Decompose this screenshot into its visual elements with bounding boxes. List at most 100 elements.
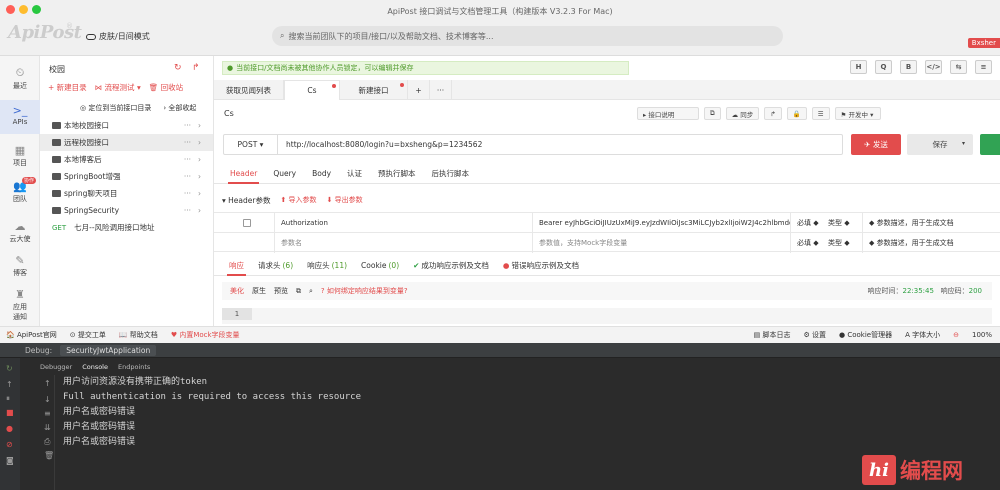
mute-breakpoints-icon[interactable]: ⊘ xyxy=(6,440,13,449)
share-icon[interactable]: ↱ xyxy=(764,107,782,120)
camera-icon[interactable]: ◙ xyxy=(6,456,14,465)
chevron-right-icon[interactable]: › xyxy=(198,172,201,181)
theme-toggle[interactable]: 皮肤/日间模式 xyxy=(86,31,150,42)
chevron-right-icon[interactable]: › xyxy=(198,155,201,164)
lock-icon[interactable]: 🔒 xyxy=(786,107,807,120)
tab-query[interactable]: Query xyxy=(265,164,304,183)
sync-button[interactable]: ☁ 同步 xyxy=(725,107,760,120)
print-icon[interactable]: ⎙ xyxy=(44,437,50,447)
copy-icon[interactable]: ⧉ xyxy=(704,107,721,120)
tab-pre-script[interactable]: 预执行脚本 xyxy=(370,164,424,183)
rail-item-apis[interactable]: >_ APIs xyxy=(0,100,40,134)
tab-console[interactable]: Console xyxy=(82,363,108,371)
param-desc-input[interactable]: ◆ 参数描述，用于生成文档 xyxy=(862,213,1000,233)
rail-item-project[interactable]: ▦ 项目 xyxy=(0,144,40,168)
view-raw[interactable]: 原生 xyxy=(252,286,266,296)
cookie-manager-button[interactable]: ● Cookie管理器 xyxy=(839,330,892,340)
code-button[interactable]: </> xyxy=(925,60,942,74)
debug-session-tab[interactable]: SecurityJwtApplication xyxy=(60,344,157,356)
bold-button[interactable]: B xyxy=(900,60,917,74)
new-folder-button[interactable]: + 新建目录 xyxy=(48,82,87,93)
console-output[interactable]: 用户访问资源没有携带正确的token Full authentication i… xyxy=(63,375,361,450)
help-docs-link[interactable]: 📖 帮助文档 xyxy=(119,330,158,340)
stop-icon[interactable]: ■ xyxy=(6,408,14,417)
more-icon[interactable]: ··· xyxy=(184,121,191,130)
more-icon[interactable]: ··· xyxy=(184,206,191,215)
chevron-down-icon[interactable]: ▾ xyxy=(962,140,965,147)
api-doc-button[interactable]: ▸ 接口说明 xyxy=(637,107,699,120)
quote-button[interactable]: Q xyxy=(875,60,892,74)
search-icon[interactable]: ⌕ xyxy=(309,287,313,296)
pause-icon[interactable]: ⏸ xyxy=(6,394,10,404)
locate-current-button[interactable]: ◎ 定位到当前接口目录 xyxy=(80,103,151,113)
menu-icon[interactable]: ☰ xyxy=(811,107,830,120)
tab-request-headers[interactable]: 请求头 (6) xyxy=(251,256,300,275)
diff-button[interactable]: ⇆ xyxy=(950,60,967,74)
tree-folder-row[interactable]: SpringBoot增强 ··· › xyxy=(40,168,213,185)
zoom-out-icon[interactable]: ⊖ xyxy=(953,330,959,340)
tree-folder-row[interactable]: 远程校园接口 ··· › xyxy=(40,134,213,151)
tab-success-example[interactable]: ✔ 成功响应示例及文档 xyxy=(406,256,496,275)
chevron-right-icon[interactable]: › xyxy=(198,189,201,198)
required-select[interactable]: 必填 ◆ xyxy=(790,213,822,233)
tab-body[interactable]: Body xyxy=(304,164,339,183)
view-pretty[interactable]: 美化 xyxy=(230,286,244,296)
tab-cs[interactable]: Cs xyxy=(284,80,340,100)
header-params-toggle[interactable]: ▾ Header参数 xyxy=(222,195,270,206)
tree-folder-row[interactable]: 本地校园接口 ··· › xyxy=(40,117,213,134)
global-search-input[interactable]: ⌕ 搜索当前团队下的项目/接口/以及帮助文档、技术博客等... xyxy=(272,26,783,46)
font-size-button[interactable]: A 字体大小 xyxy=(905,330,940,340)
flow-test-button[interactable]: ⋈ 流程测试 ▾ xyxy=(95,82,141,93)
status-dropdown[interactable]: ⚑ 开发中 ▾ xyxy=(834,107,881,120)
export-params-button[interactable]: ⬇ 导出参数 xyxy=(327,195,363,205)
rerun-icon[interactable]: ↻ xyxy=(6,364,13,373)
rail-item-recent[interactable]: ⏲ 最近 xyxy=(0,66,40,91)
tab-auth[interactable]: 认证 xyxy=(339,164,370,183)
breakpoint-icon[interactable]: ● xyxy=(6,424,13,433)
rail-item-blog[interactable]: ✎ 博客 xyxy=(0,254,40,278)
tree-api-row[interactable]: GET 七月--风险调用接口地址 xyxy=(40,219,213,236)
settings-button[interactable]: ⚙ 设置 xyxy=(803,330,826,340)
type-select[interactable]: 类型 ◆ xyxy=(822,233,862,253)
user-badge[interactable]: Bxsher xyxy=(967,38,1000,48)
mock-vars-link[interactable]: ♥ 内置Mock字段变量 xyxy=(171,330,240,340)
trash-icon[interactable]: 🗑 xyxy=(44,451,54,460)
tab-error-example[interactable]: ● 错误响应示例及文档 xyxy=(496,256,586,275)
request-name[interactable]: Cs xyxy=(224,109,234,118)
rail-item-cloud[interactable]: ☁ 云大使 xyxy=(0,220,40,244)
tab-cookie[interactable]: Cookie (0) xyxy=(354,256,406,275)
refresh-icon[interactable]: ↻ xyxy=(174,63,182,73)
chevron-right-icon[interactable]: › xyxy=(198,138,201,147)
row-checkbox[interactable] xyxy=(243,219,251,227)
url-input[interactable]: http://localhost:8080/login?u=bxsheng&p=… xyxy=(278,140,482,149)
param-value-input[interactable]: Bearer eyJhbGciOiJIUzUxMiJ9.eyJzdWIiOiJs… xyxy=(532,213,790,233)
chevron-right-icon[interactable]: › xyxy=(198,206,201,215)
param-name-input[interactable]: 参数名 xyxy=(274,233,532,253)
website-link[interactable]: 🏠 ApiPost官网 xyxy=(6,330,57,340)
soft-wrap-icon[interactable]: ≡ xyxy=(44,409,51,418)
send-button[interactable]: ✈ 发送 xyxy=(851,134,901,155)
required-select[interactable]: 必填 ◆ xyxy=(790,233,822,253)
more-icon[interactable]: ··· xyxy=(184,138,191,147)
chevron-right-icon[interactable]: › xyxy=(198,121,201,130)
param-desc-input[interactable]: ◆ 参数描述，用于生成文档 xyxy=(862,233,1000,253)
param-value-input[interactable]: 参数值，支持Mock字段变量 xyxy=(532,233,790,253)
script-log-button[interactable]: ▤ 脚本日志 xyxy=(754,330,791,340)
scroll-down-icon[interactable]: ↓ xyxy=(44,395,51,404)
param-name-input[interactable]: Authorization xyxy=(274,213,532,233)
method-select[interactable]: POST ▾ xyxy=(224,135,278,154)
type-select[interactable]: 类型 ◆ xyxy=(822,213,862,233)
tree-folder-row[interactable]: spring聊天项目 ··· › xyxy=(40,185,213,202)
bind-variable-link[interactable]: ? 如何绑定响应结果到变量? xyxy=(321,286,408,296)
copy-icon[interactable]: ⧉ xyxy=(296,287,301,296)
list-button[interactable]: ≡ xyxy=(975,60,992,74)
more-icon[interactable]: ··· xyxy=(184,172,191,181)
more-icon[interactable]: ··· xyxy=(184,155,191,164)
tab-response-headers[interactable]: 响应头 (11) xyxy=(300,256,354,275)
tab-post-script[interactable]: 后执行脚本 xyxy=(424,164,478,183)
tree-folder-row[interactable]: 本地博客后 ··· › xyxy=(40,151,213,168)
ticket-link[interactable]: ⊙ 提交工单 xyxy=(70,330,106,340)
up-icon[interactable]: ↑ xyxy=(6,380,13,389)
tab-endpoints[interactable]: Endpoints xyxy=(118,363,150,371)
import-params-button[interactable]: ⬆ 导入参数 xyxy=(280,195,316,205)
